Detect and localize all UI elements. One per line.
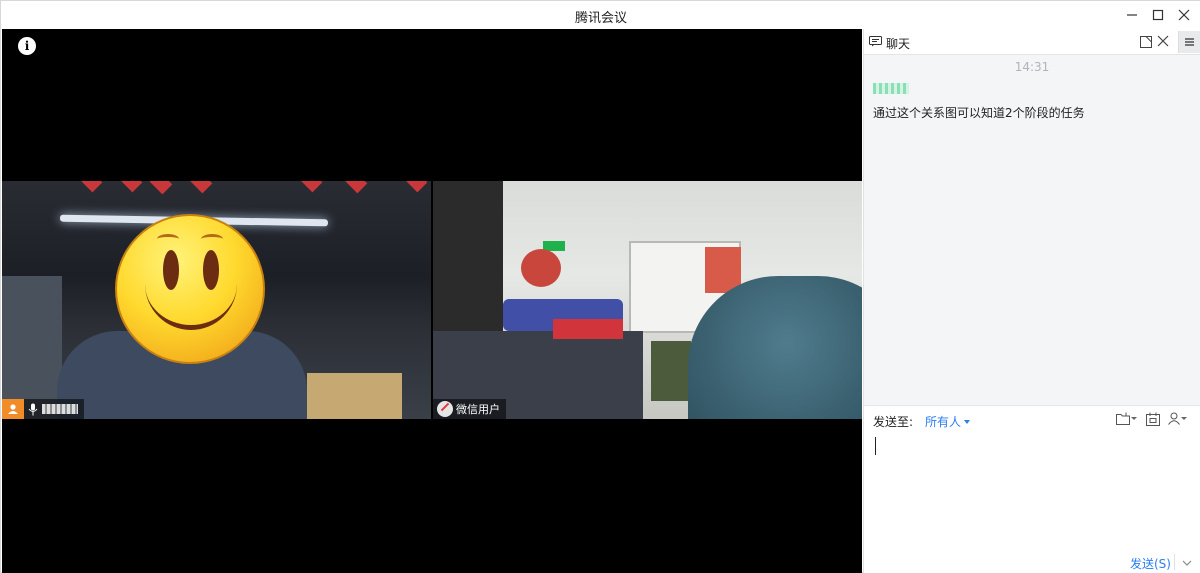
- close-icon: [1178, 9, 1190, 21]
- video-tile-participant[interactable]: 微信用户: [433, 181, 862, 419]
- compose-area: 发送至: 所有人 发送(S): [864, 405, 1200, 573]
- info-icon[interactable]: i: [18, 37, 36, 55]
- send-button[interactable]: 发送(S): [1130, 555, 1171, 572]
- decoration: [119, 181, 143, 193]
- message-text: 通过这个关系图可以知道2个阶段的任务: [873, 106, 1085, 120]
- decoration: [189, 181, 213, 194]
- participant-name: 微信用户: [456, 403, 500, 416]
- smiley-brow: [157, 234, 179, 244]
- maximize-icon: [1152, 9, 1164, 21]
- decoration: [79, 181, 103, 193]
- calendar-icon: [1146, 412, 1160, 426]
- participant-nametag: 微信用户: [433, 399, 506, 419]
- smiley-mouth: [145, 274, 237, 330]
- participant-nametag: [2, 399, 84, 419]
- contact-icon: [1168, 412, 1180, 425]
- background-pillar: [2, 276, 62, 419]
- decoration: [404, 181, 428, 193]
- smiley-face-cover: [115, 214, 265, 364]
- participant-name-blurred: [42, 404, 78, 414]
- schedule-button[interactable]: [1146, 412, 1160, 428]
- decoration: [149, 181, 173, 195]
- file-icon: [1116, 412, 1130, 425]
- chat-panel: 聊天 14:31 通过这个关系图可以知道2个阶段的任务 发送至: 所有人 发送(…: [863, 29, 1200, 573]
- wechat-icon: [437, 401, 453, 417]
- desk-items-red: [553, 319, 623, 339]
- chevron-down-icon: [1131, 417, 1137, 423]
- contact-button[interactable]: [1168, 412, 1187, 428]
- chat-title: 聊天: [886, 37, 911, 51]
- cardboard-box: [307, 373, 402, 419]
- chat-icon: [869, 36, 882, 47]
- chevron-down-icon[interactable]: [1180, 556, 1194, 570]
- message-sender-blurred: [873, 83, 909, 94]
- decoration: [344, 181, 368, 194]
- video-stage: i 微信用户: [2, 29, 862, 573]
- plant: [521, 249, 561, 287]
- microphone-icon[interactable]: [24, 399, 42, 419]
- file-button[interactable]: [1116, 412, 1137, 428]
- send-to-label: 发送至:: [873, 415, 914, 429]
- meeting-window: 腾讯会议 i 微信用户 聊天 14:31 通过这个关系图可以知道2个阶段的任务 …: [0, 0, 1200, 573]
- minimize-button[interactable]: [1121, 5, 1143, 25]
- message-input[interactable]: [873, 434, 1191, 544]
- cabinet: [651, 341, 691, 401]
- decoration: [299, 181, 323, 193]
- minimize-icon: [1127, 14, 1137, 16]
- close-button[interactable]: [1173, 5, 1195, 25]
- chat-header: 聊天: [864, 29, 1200, 55]
- text-cursor: [875, 437, 876, 455]
- video-tile-host[interactable]: [2, 181, 431, 419]
- host-icon: [2, 399, 24, 419]
- send-to-value: 所有人: [925, 415, 962, 429]
- title-bar: 腾讯会议: [1, 1, 1200, 29]
- smiley-brow: [201, 234, 223, 244]
- panel-close-icon[interactable]: [1157, 35, 1169, 47]
- send-to-dropdown[interactable]: 所有人: [925, 413, 971, 430]
- message-timestamp: 14:31: [1014, 60, 1050, 74]
- window-title: 腾讯会议: [574, 11, 627, 26]
- popout-icon[interactable]: [1140, 36, 1152, 48]
- divider: [1174, 554, 1175, 570]
- chevron-down-icon: [1181, 417, 1187, 423]
- chevron-down-icon: [964, 420, 971, 427]
- menu-icon[interactable]: [1178, 31, 1200, 53]
- maximize-button[interactable]: [1147, 5, 1169, 25]
